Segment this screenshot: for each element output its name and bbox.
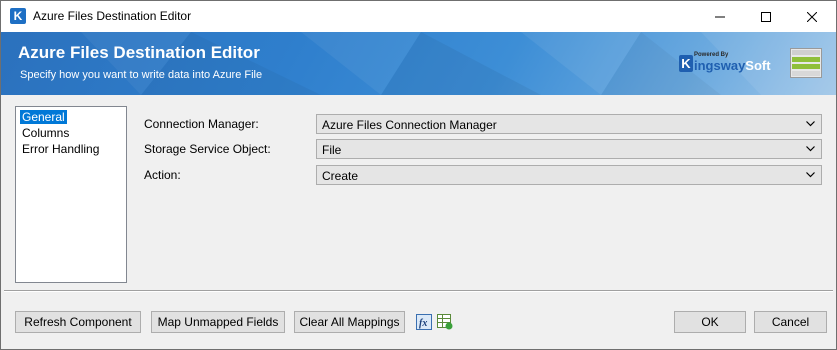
footer-divider <box>4 290 833 292</box>
banner-title: Azure Files Destination Editor <box>18 43 260 62</box>
close-icon <box>807 11 817 22</box>
storage-object-value: File <box>322 143 342 157</box>
map-unmapped-fields-button[interactable]: Map Unmapped Fields <box>151 311 285 333</box>
minimize-button[interactable] <box>697 1 743 32</box>
clear-all-mappings-button[interactable]: Clear All Mappings <box>294 311 405 333</box>
refresh-component-button[interactable]: Refresh Component <box>15 311 141 333</box>
minimize-icon <box>715 16 725 17</box>
editor-window: K Azure Files Destination Editor Azure F… <box>0 0 837 350</box>
action-label: Action: <box>144 168 181 182</box>
kingsway-app-icon: K <box>10 8 26 24</box>
window-title: Azure Files Destination Editor <box>33 9 192 23</box>
action-select[interactable]: Create <box>316 165 822 185</box>
storage-object-label: Storage Service Object: <box>144 142 271 156</box>
fx-expression-icon[interactable]: fx <box>416 314 432 330</box>
maximize-button[interactable] <box>743 1 789 32</box>
banner-subtitle: Specify how you want to write data into … <box>20 69 263 81</box>
page-nav-list: General Columns Error Handling <box>15 106 127 283</box>
storage-object-select[interactable]: File <box>316 139 822 159</box>
connection-manager-select[interactable]: Azure Files Connection Manager <box>316 114 822 134</box>
database-table-icon <box>790 48 822 78</box>
title-bar: K Azure Files Destination Editor <box>1 1 836 32</box>
svg-text:fx: fx <box>419 318 427 329</box>
cancel-button[interactable]: Cancel <box>754 311 827 333</box>
chevron-down-icon <box>806 146 815 152</box>
kingswaysoft-logo: Powered By K ingswaySoft <box>679 52 771 76</box>
connection-manager-value: Azure Files Connection Manager <box>322 118 497 132</box>
connection-manager-label: Connection Manager: <box>144 117 259 131</box>
nav-item-error-handling[interactable]: Error Handling <box>20 142 101 156</box>
grid-mapping-icon[interactable] <box>437 314 453 330</box>
close-button[interactable] <box>789 1 835 32</box>
header-banner: Azure Files Destination Editor Specify h… <box>1 32 836 95</box>
maximize-icon <box>761 11 771 22</box>
nav-item-columns[interactable]: Columns <box>20 126 71 140</box>
chevron-down-icon <box>806 172 815 178</box>
chevron-down-icon <box>806 121 815 127</box>
nav-item-general[interactable]: General <box>20 110 67 124</box>
action-value: Create <box>322 169 359 183</box>
ok-button[interactable]: OK <box>674 311 746 333</box>
